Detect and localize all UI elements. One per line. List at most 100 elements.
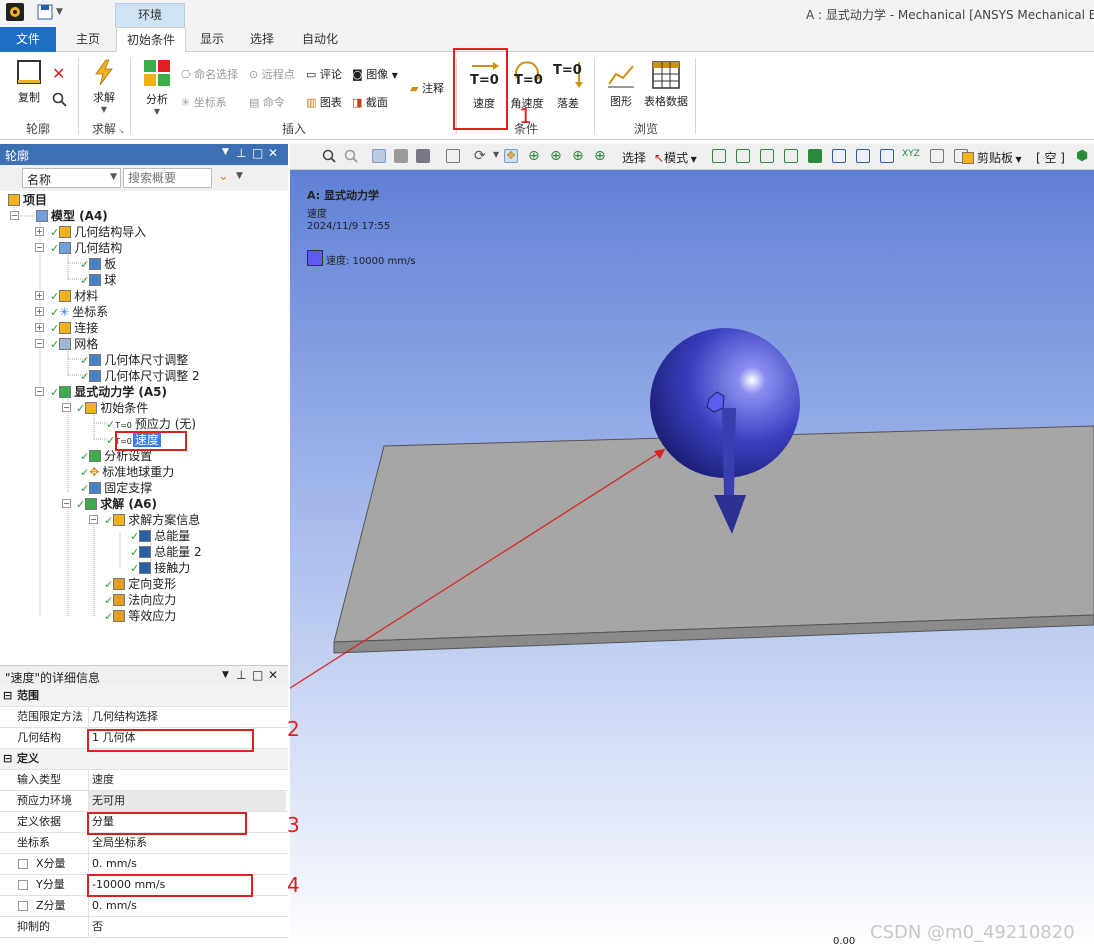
save-icon[interactable] <box>36 3 54 21</box>
pin-icon[interactable]: ⊥ <box>236 668 246 682</box>
coordinate-system-button[interactable]: ✳ 坐标系 <box>181 94 227 110</box>
tree-item-equivalent-stress[interactable]: ✓ 等效应力 <box>104 608 176 624</box>
delete-icon[interactable]: ✕ <box>52 64 65 83</box>
find-icon[interactable] <box>52 92 68 112</box>
tree-collapse-toggle[interactable]: − <box>62 403 71 412</box>
tree-collapse-toggle[interactable]: − <box>10 211 19 220</box>
pan-icon[interactable]: ✥ <box>504 149 518 163</box>
tree-collapse-toggle[interactable]: − <box>35 243 44 252</box>
tree-item-normal-stress[interactable]: ✓ 法向应力 <box>104 592 176 608</box>
detail-row-prestress-environment[interactable]: 预应力环境 无可用 <box>0 791 288 812</box>
tree-item-mesh[interactable]: ✓ 网格 <box>50 336 98 352</box>
close-icon[interactable]: ✕ <box>268 146 278 160</box>
tree-item-materials[interactable]: ✓ 材料 <box>50 288 98 304</box>
filter-options-icon[interactable]: ⌄ <box>218 169 229 184</box>
detail-row-coordinate-system[interactable]: 坐标系 全局坐标系 <box>0 833 288 854</box>
detail-row-scoping-method[interactable]: 范围限定方法 几何结构选择 <box>0 707 288 728</box>
face-select-icon[interactable] <box>394 149 408 163</box>
tree-item-contact-force[interactable]: ✓ 接触力 <box>130 560 190 576</box>
tree-collapse-toggle[interactable]: − <box>89 515 98 524</box>
tab-selection[interactable]: 选择 <box>242 27 282 52</box>
maximize-icon[interactable]: □ <box>252 146 263 160</box>
chevron-down-icon[interactable]: ▼ <box>493 150 499 159</box>
tree-expand-toggle[interactable]: + <box>35 227 44 236</box>
panel-menu-icon[interactable]: ▼ <box>222 670 229 680</box>
tree-item-project[interactable]: 项目 <box>8 192 47 208</box>
tree-expand-toggle[interactable]: + <box>35 291 44 300</box>
zoom-selection-icon[interactable]: ⊕ <box>594 148 606 164</box>
tree-item-directional-deformation[interactable]: ✓ 定向变形 <box>104 576 176 592</box>
maximize-icon[interactable]: □ <box>252 668 263 682</box>
tree-item-geometry-import[interactable]: ✓ 几何结构导入 <box>50 224 146 240</box>
panel-menu-icon[interactable]: ▼ <box>222 147 229 157</box>
graphics-viewport[interactable]: A: 显式动力学 速度 2024/11/9 17:55 速度: 10000 mm… <box>290 170 1094 950</box>
select-mesh-icon[interactable] <box>832 149 846 163</box>
analysis-button[interactable]: 分析 ▼ <box>140 58 174 116</box>
parameter-checkbox[interactable] <box>18 901 28 911</box>
graph-button[interactable]: 图形 <box>604 60 638 109</box>
detail-row-x-component[interactable]: X分量 0. mm/s <box>0 854 288 875</box>
annotation-button[interactable]: ▰ 注释 <box>410 80 444 96</box>
tree-item-model[interactable]: 模型 (A4) <box>36 208 108 224</box>
tree-item-prestress[interactable]: ✓T=0 预应力 (无) <box>106 416 196 432</box>
coordinate-icon[interactable]: XYZ <box>902 149 920 159</box>
command-button[interactable]: ▤ 命令 <box>249 94 285 110</box>
tree-item-sphere[interactable]: ✓ 球 <box>80 272 116 288</box>
chevron-down-icon[interactable]: ▼ <box>236 171 243 181</box>
select-elements-icon[interactable] <box>856 149 870 163</box>
tree-item-solution[interactable]: ✓ 求解 (A6) <box>76 496 157 512</box>
tree-item-initial-conditions[interactable]: ✓ 初始条件 <box>76 400 148 416</box>
tab-automation[interactable]: 自动化 <box>294 27 346 52</box>
zoom-out-icon[interactable] <box>344 149 358 163</box>
extend-select-icon[interactable] <box>712 149 726 163</box>
close-icon[interactable]: ✕ <box>268 668 278 682</box>
tree-expand-toggle[interactable]: + <box>35 323 44 332</box>
box-select-icon[interactable] <box>446 149 460 163</box>
tree-item-fixed-support[interactable]: ✓ 固定支撑 <box>80 480 152 496</box>
tree-item-body-sizing-2[interactable]: ✓ 几何体尺寸调整 2 <box>80 368 200 384</box>
tree-collapse-toggle[interactable]: − <box>62 499 71 508</box>
extend-adjacent-icon[interactable] <box>736 149 750 163</box>
mode-button[interactable]: ↖模式 ▼ <box>654 149 697 166</box>
quick-access-dropdown-icon[interactable]: ▼ <box>56 3 74 21</box>
parameter-checkbox[interactable] <box>18 880 28 890</box>
tree-collapse-toggle[interactable]: − <box>35 339 44 348</box>
tree-collapse-toggle[interactable]: − <box>35 387 44 396</box>
tree-item-total-energy[interactable]: ✓ 总能量 <box>130 528 190 544</box>
tree-item-solution-information[interactable]: ✓ 求解方案信息 <box>104 512 200 528</box>
parameter-checkbox[interactable] <box>18 859 28 869</box>
body-select-icon[interactable] <box>372 149 386 163</box>
label-icon[interactable] <box>930 149 944 163</box>
tree-item-total-energy-2[interactable]: ✓ 总能量 2 <box>130 544 202 560</box>
outline-search-input[interactable] <box>123 168 212 188</box>
zoom-icon[interactable]: ⊕ <box>528 148 540 164</box>
tree-expand-toggle[interactable]: + <box>35 307 44 316</box>
named-selection-button[interactable]: ⎔ 命名选择 <box>181 66 238 82</box>
copy-button[interactable]: 复制 <box>10 58 48 105</box>
select-nodes-icon[interactable] <box>880 149 894 163</box>
tab-home[interactable]: 主页 <box>66 27 110 52</box>
section-definition[interactable]: ⊟ 定义 <box>0 749 288 770</box>
detail-row-input-type[interactable]: 输入类型 速度 <box>0 770 288 791</box>
extend-limits-icon[interactable] <box>760 149 774 163</box>
ansys-logo-icon[interactable] <box>6 3 24 21</box>
detail-row-z-component[interactable]: Z分量 0. mm/s <box>0 896 288 917</box>
tab-display[interactable]: 显示 <box>192 27 232 52</box>
filter-name-select[interactable]: 名称 ▼ <box>22 168 121 188</box>
drop-height-button[interactable]: T=0 落差 <box>550 60 586 111</box>
empty-selection-button[interactable]: [ 空 ] <box>1036 149 1065 166</box>
zoom-box-icon[interactable]: ⊕ <box>550 148 562 164</box>
chart-button[interactable]: ▥ 图表 <box>306 94 342 110</box>
tree-item-standard-earth-gravity[interactable]: ✓✥ 标准地球重力 <box>80 464 174 480</box>
tree-item-body-sizing[interactable]: ✓ 几何体尺寸调整 <box>80 352 188 368</box>
image-button[interactable]: ◙ 图像 ▼ <box>352 66 398 82</box>
rotate-icon[interactable]: ⟳ <box>474 148 486 164</box>
section-button[interactable]: ◨ 截面 <box>352 94 388 110</box>
section-scope[interactable]: ⊟ 范围 <box>0 686 288 707</box>
tab-initial-conditions[interactable]: 初始条件 <box>116 27 186 52</box>
detail-row-suppressed[interactable]: 抑制的否 <box>0 917 288 938</box>
context-tab-environment[interactable]: 环境 <box>115 3 185 27</box>
tree-item-plate[interactable]: ✓ 板 <box>80 256 116 272</box>
pin-icon[interactable]: ⊥ <box>236 146 246 160</box>
table-data-button[interactable]: 表格数据 <box>642 60 690 109</box>
